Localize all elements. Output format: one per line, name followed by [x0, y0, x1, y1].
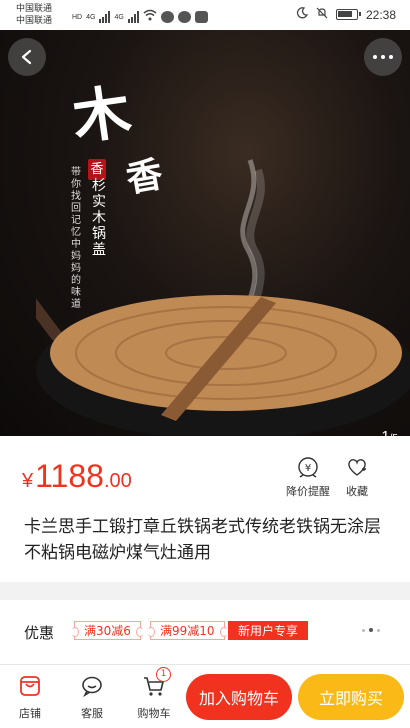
network-type-1: 4G	[86, 13, 96, 21]
cart-icon: 1	[141, 667, 171, 699]
price-alert-icon: ¥	[297, 456, 319, 478]
coupon-tag: 满30减6	[71, 621, 144, 640]
slogan-vertical: 杉实木锅盖	[92, 178, 106, 258]
bottom-action-bar: 店铺 客服 1 购物车 加入购物车 立即购买	[0, 664, 410, 728]
status-bar: 中国联通 中国联通 HD 4G 4G 22:38	[0, 0, 410, 30]
promotion-section[interactable]: 优惠 满30减6 满99减10 新用户专享	[0, 600, 410, 664]
price-integer: 1188	[35, 458, 104, 494]
heart-icon	[346, 456, 368, 478]
signal-icon-2	[127, 11, 139, 23]
buy-now-button[interactable]: 立即购买	[298, 674, 404, 720]
cart-label: 购物车	[137, 707, 171, 720]
red-seal: 香	[88, 159, 106, 180]
image-counter-current: 1	[381, 428, 389, 436]
shop-button[interactable]: 店铺	[8, 673, 52, 721]
promotion-label: 优惠	[24, 624, 55, 642]
favorite-button[interactable]: 收藏	[346, 456, 368, 499]
signal-icon	[99, 11, 111, 23]
chat-icon	[177, 11, 191, 23]
cart-button[interactable]: 1 购物车	[132, 667, 176, 721]
status-icons-left: HD 4G 4G	[72, 8, 208, 26]
price-section: ¥ 1188 .00 ¥ 降价提醒 收藏 卡兰思手工锻打章丘铁锅老式传统老铁锅无…	[0, 436, 410, 582]
status-icons-right: 22:38	[296, 7, 396, 22]
download-icon	[194, 11, 208, 23]
battery-icon	[335, 9, 361, 20]
customer-service-label: 客服	[81, 707, 103, 720]
store-icon	[17, 673, 43, 699]
mute-icon	[316, 7, 328, 22]
wechat-icon	[160, 11, 174, 23]
more-icon	[373, 55, 393, 59]
price: ¥ 1188 .00	[22, 458, 132, 495]
price-alert-button[interactable]: ¥ 降价提醒	[286, 456, 330, 499]
favorite-label: 收藏	[346, 485, 368, 498]
cart-count-badge: 1	[156, 667, 171, 682]
wifi-icon	[143, 8, 157, 26]
more-button[interactable]	[364, 38, 402, 76]
shop-label: 店铺	[19, 707, 41, 720]
price-currency: ¥	[22, 470, 34, 492]
wok-lid-graphic	[36, 295, 410, 436]
carrier-name-1: 中国联通	[16, 3, 53, 13]
moon-icon	[296, 7, 309, 22]
network-type-2: 4G	[114, 13, 124, 21]
more-dots-icon	[362, 628, 380, 632]
add-to-cart-button[interactable]: 加入购物车	[186, 674, 292, 720]
brand-calligraphy-small: 香	[123, 153, 166, 201]
chevron-left-icon	[21, 49, 32, 65]
product-title: 卡兰思手工锻打章丘铁锅老式传统老铁锅无涂层不粘锅电磁炉煤气灶通用	[24, 517, 381, 563]
customer-service-button[interactable]: 客服	[70, 673, 114, 721]
carrier-name-2: 中国联通	[16, 15, 53, 25]
brand-calligraphy-large: 木	[68, 77, 136, 153]
chat-bubble-icon	[79, 673, 105, 699]
clock: 22:38	[365, 7, 396, 22]
hd-badge: HD	[72, 13, 83, 21]
back-button[interactable]	[8, 38, 46, 76]
price-alert-label: 降价提醒	[286, 485, 330, 498]
coupon-tag: 满99减10	[147, 621, 228, 640]
new-user-tag: 新用户专享	[228, 621, 309, 640]
product-image[interactable]: 木 香 香 杉实木锅盖 带你找回记忆中妈妈的味道 1/5	[0, 30, 410, 436]
price-decimal: .00	[103, 470, 132, 492]
tagline-vertical: 带你找回记忆中妈妈的味道	[71, 167, 81, 310]
image-counter: 1/5	[381, 428, 398, 436]
svg-text:¥: ¥	[305, 463, 311, 474]
